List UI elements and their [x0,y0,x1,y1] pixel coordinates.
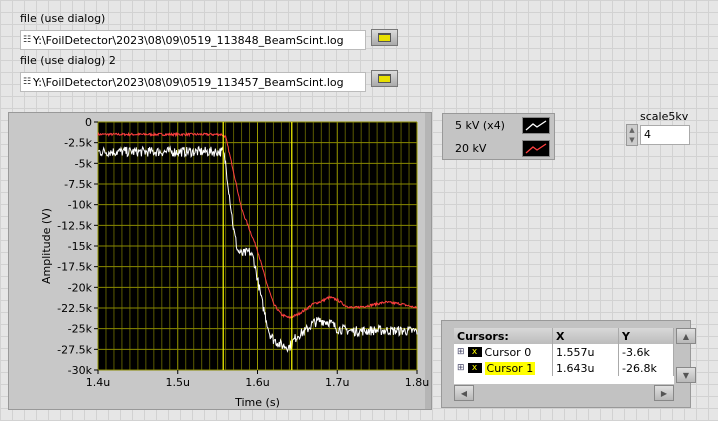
x-tick-label: 1.4u [86,376,110,389]
scale-label: scale5kv [640,110,689,123]
cursor-x: 1.557u [553,344,619,360]
y-tick-label: -22.5k [57,302,92,315]
cursor-y: -3.6k [619,344,674,360]
scale-stepper[interactable]: ▲ ▼ [626,124,638,146]
x-tick-label: 1.8u [405,376,429,389]
y-tick-label: -27.5k [57,343,92,356]
y-tick-label: -5k [75,157,93,170]
x-tick-label: 1.7u [325,376,349,389]
legend-item-5kv[interactable]: 5 kV (x4) [443,114,554,137]
cursor-icon: x [467,347,482,357]
scroll-right-button[interactable]: ▶ [654,385,674,401]
cursor-row[interactable]: ⊞ x Cursor 1 1.643u -26.8k [454,360,674,376]
cursor-name: Cursor 0 [484,345,532,359]
col-cursors: Cursors: [454,328,553,344]
legend-label: 5 kV (x4) [455,119,505,132]
cursor-legend: Cursors: X Y ⊞ x Cursor 0 1.557u -3.6k ⊞ x Curso… [441,320,696,408]
y-axis-label: Amplitude (V) [40,208,53,284]
y-tick-label: -25k [68,323,93,336]
y-tick-label: -12.5k [57,219,92,232]
scroll-down-button[interactable]: ▼ [676,367,696,383]
graph-svg: 0 -2.5k -5k -7.5k -10k -12.5k -15k -17.5k -20k -2… [40,116,429,409]
y-tick-label: -2.5k [64,137,92,150]
y-tick-label: -17.5k [57,261,92,274]
waveform-graph[interactable]: 0 -2.5k -5k -7.5k -10k -12.5k -15k -17.5k -20k -2… [8,112,432,410]
cursor-icon: x [467,363,482,373]
y-tick-label: -15k [68,240,93,253]
x-tick-label: 1.6u [245,376,269,389]
cursor-row[interactable]: ⊞ x Cursor 0 1.557u -3.6k [454,344,674,360]
y-tick-label: -7.5k [64,178,92,191]
scale-input[interactable]: 4 [640,125,690,145]
legend-swatch [522,117,550,134]
col-y: Y [619,328,674,344]
y-tick-label: -20k [68,281,93,294]
x-tick-label: 1.5u [166,376,190,389]
col-x: X [553,328,619,344]
expand-icon[interactable]: ⊞ [457,363,465,373]
y-tick-label: 0 [85,116,92,129]
legend-item-20kv[interactable]: 20 kV [443,137,554,160]
y-tick-label: -10k [68,199,93,212]
x-axis-label: Time (s) [234,396,280,409]
cursor-y: -26.8k [619,360,674,376]
legend-swatch [522,140,550,157]
legend-label: 20 kV [455,142,487,155]
plot-legend: 5 kV (x4) 20 kV [442,113,555,160]
cursor-name: Cursor 1 [484,361,536,375]
scroll-left-button[interactable]: ◀ [454,385,474,401]
scroll-up-button[interactable]: ▲ [676,328,696,344]
expand-icon[interactable]: ⊞ [457,347,465,357]
cursor-x: 1.643u [553,360,619,376]
